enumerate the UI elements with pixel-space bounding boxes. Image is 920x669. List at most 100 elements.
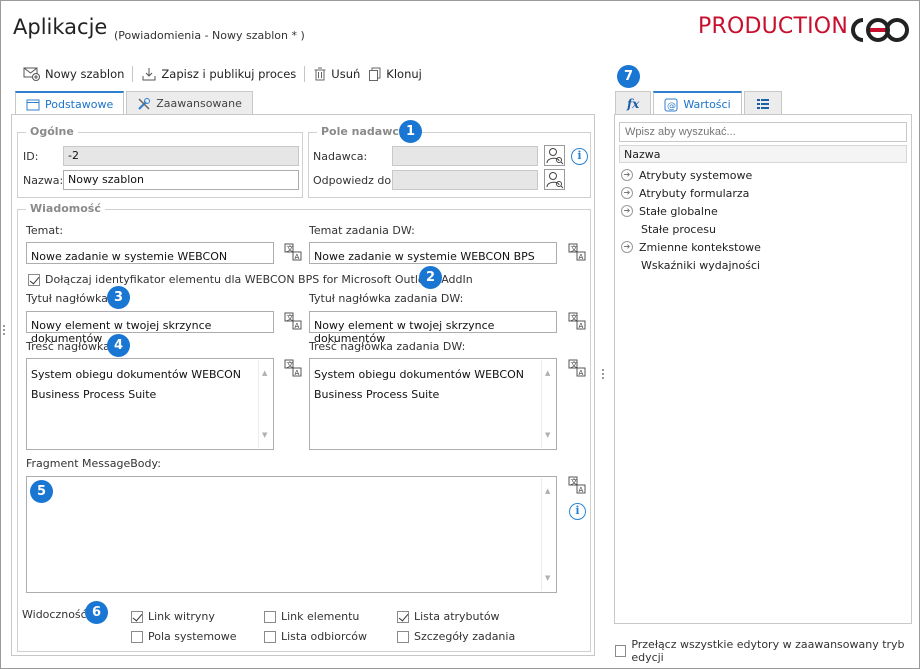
scrollbar[interactable]: ▲ ▼ — [258, 360, 272, 448]
tab-values-label: Wartości — [683, 98, 731, 111]
checkbox-label: Lista odbiorców — [281, 630, 368, 643]
translate-icon[interactable]: 文A — [568, 243, 586, 261]
visibility-system-fields-checkbox[interactable]: Pola systemowe — [131, 630, 237, 643]
name-field[interactable]: Nowy szablon — [63, 170, 299, 190]
tree-item-system-attributes[interactable]: ➔ Atrybuty systemowe — [619, 166, 907, 184]
column-header-name[interactable]: Nazwa — [619, 145, 907, 163]
reply-to-picker-button[interactable] — [544, 169, 565, 190]
tab-values[interactable]: @ Wartości — [653, 91, 742, 116]
fragment-info-icon[interactable]: i — [569, 503, 586, 520]
center-splitter-grip[interactable] — [602, 369, 604, 379]
delete-button[interactable]: Usuń — [309, 67, 364, 81]
subject-dw-label: Temat zadania DW: — [309, 224, 415, 237]
tree-item-process-constants[interactable]: Stałe procesu — [619, 220, 907, 238]
page-title: Aplikacje — [13, 15, 108, 39]
tree-item-label: Wskaźniki wydajności — [641, 258, 761, 272]
checkbox-box[interactable] — [397, 610, 409, 623]
svg-text:@: @ — [667, 101, 676, 111]
badge-6: 6 — [85, 601, 108, 624]
save-publish-label: Zapisz i publikuj proces — [161, 67, 297, 81]
header-content-dw-field[interactable]: System obiegu dokumentów WEBCON Business… — [309, 358, 557, 450]
visibility-element-link-checkbox[interactable]: Link elementu — [264, 610, 359, 623]
checkbox-box[interactable] — [264, 630, 276, 643]
tree-item-context-variables[interactable]: ➔ Zmienne kontekstowe — [619, 238, 907, 256]
tree-item-global-constants[interactable]: ➔ Stałe globalne — [619, 202, 907, 220]
checkbox-label: Link elementu — [281, 610, 360, 623]
visibility-attribute-list-checkbox[interactable]: Lista atrybutów — [397, 610, 500, 623]
tree-item-label: Atrybuty formularza — [639, 186, 750, 200]
left-splitter-grip[interactable] — [3, 325, 5, 335]
checkbox-box[interactable] — [131, 630, 143, 643]
checkbox-box[interactable] — [131, 610, 143, 623]
scroll-up-icon[interactable]: ▲ — [262, 363, 267, 383]
subject-field[interactable]: Nowe zadanie w systemie WEBCON — [26, 242, 274, 264]
expand-arrow-icon[interactable]: ➔ — [621, 241, 633, 253]
expand-arrow-icon[interactable]: ➔ — [621, 187, 633, 199]
translate-icon[interactable]: 文A — [284, 243, 302, 261]
reply-to-field[interactable] — [392, 170, 538, 190]
translate-icon[interactable]: 文A — [284, 312, 302, 330]
expand-arrow-icon[interactable]: ➔ — [621, 205, 633, 217]
translate-icon[interactable]: 文A — [568, 312, 586, 330]
badge-3: 3 — [107, 286, 130, 309]
header-content-dw-line: System obiegu dokumentów WEBCON — [314, 368, 524, 381]
tree-item-label: Stałe procesu — [641, 222, 716, 236]
fragment-field[interactable]: ▲ ▼ — [26, 476, 557, 593]
svg-text:A: A — [295, 253, 300, 261]
attach-id-checkbox-box[interactable] — [28, 273, 40, 286]
translate-icon[interactable]: 文A — [568, 359, 586, 377]
copy-icon — [369, 67, 381, 81]
header-title-dw-label: Tytuł nagłówka zadania DW: — [309, 292, 464, 305]
scroll-up-icon[interactable]: ▲ — [545, 481, 550, 501]
function-icon: fx — [627, 96, 640, 111]
svg-text:文: 文 — [571, 360, 578, 369]
tab-basic[interactable]: Podstawowe — [15, 91, 125, 116]
header-title-field[interactable]: Nowy element w twojej skrzynce dokumentó… — [26, 311, 274, 345]
translate-icon[interactable]: 文A — [568, 476, 586, 494]
sender-picker-button[interactable] — [544, 145, 565, 166]
new-template-button[interactable]: Nowy szablon — [19, 67, 128, 81]
header-title-dw-field[interactable]: Nowy element w twojej skrzynce dokumentó… — [309, 311, 557, 345]
advanced-mode-checkbox[interactable]: Przełącz wszystkie edytory w zaawansowan… — [615, 638, 919, 664]
header-content-field[interactable]: System obiegu dokumentów WEBCON Business… — [26, 358, 274, 450]
tree-item-label: Zmienne kontekstowe — [639, 240, 761, 254]
scrollbar[interactable]: ▲ ▼ — [541, 360, 555, 448]
checkbox-box[interactable] — [264, 610, 276, 623]
translate-icon[interactable]: 文A — [284, 359, 302, 377]
checkbox-box[interactable] — [615, 645, 627, 657]
list-icon — [756, 98, 769, 109]
svg-text:A: A — [579, 486, 584, 494]
scroll-down-icon[interactable]: ▼ — [262, 425, 267, 445]
sender-info-icon[interactable]: i — [571, 148, 588, 165]
tree-item-performance-indicators[interactable]: Wskaźniki wydajności — [619, 256, 907, 274]
visibility-recipients-list-checkbox[interactable]: Lista odbiorców — [264, 630, 367, 643]
scroll-down-icon[interactable]: ▼ — [545, 425, 550, 445]
values-icon: @ — [664, 98, 678, 111]
scrollbar[interactable]: ▲ ▼ — [541, 478, 555, 591]
visibility-site-link-checkbox[interactable]: Link witryny — [131, 610, 215, 623]
tab-list[interactable] — [743, 91, 782, 115]
visibility-task-details-checkbox[interactable]: Szczegóły zadania — [397, 630, 515, 643]
save-publish-button[interactable]: Zapisz i publikuj proces — [137, 67, 300, 81]
attach-id-checkbox[interactable]: Dołączaj identyfikator elementu dla WEBC… — [28, 273, 473, 286]
badge-7: 7 — [617, 65, 640, 88]
sender-field[interactable] — [392, 146, 538, 166]
subject-dw-field[interactable]: Nowe zadanie w systemie WEBCON BPS — [309, 242, 557, 264]
svg-text:文: 文 — [287, 360, 294, 369]
name-label: Nazwa: — [23, 174, 64, 187]
scroll-up-icon[interactable]: ▲ — [545, 363, 550, 383]
left-tab-strip: Podstawowe Zaawansowane — [15, 91, 255, 116]
expand-arrow-icon[interactable]: ➔ — [621, 169, 633, 181]
tab-advanced[interactable]: Zaawansowane — [126, 91, 253, 115]
scroll-down-icon[interactable]: ▼ — [545, 568, 550, 588]
checkbox-box[interactable] — [397, 630, 409, 643]
tab-functions[interactable]: fx — [615, 91, 652, 115]
tree-item-label: Atrybuty systemowe — [639, 168, 753, 182]
tree-item-form-attributes[interactable]: ➔ Atrybuty formularza — [619, 184, 907, 202]
tab-advanced-label: Zaawansowane — [156, 97, 242, 110]
search-input[interactable] — [619, 122, 907, 142]
header-content-line: System obiegu dokumentów WEBCON — [31, 368, 241, 381]
subject-label: Temat: — [26, 224, 64, 237]
svg-text:文: 文 — [287, 313, 294, 322]
clone-button[interactable]: Klonuj — [364, 67, 426, 81]
